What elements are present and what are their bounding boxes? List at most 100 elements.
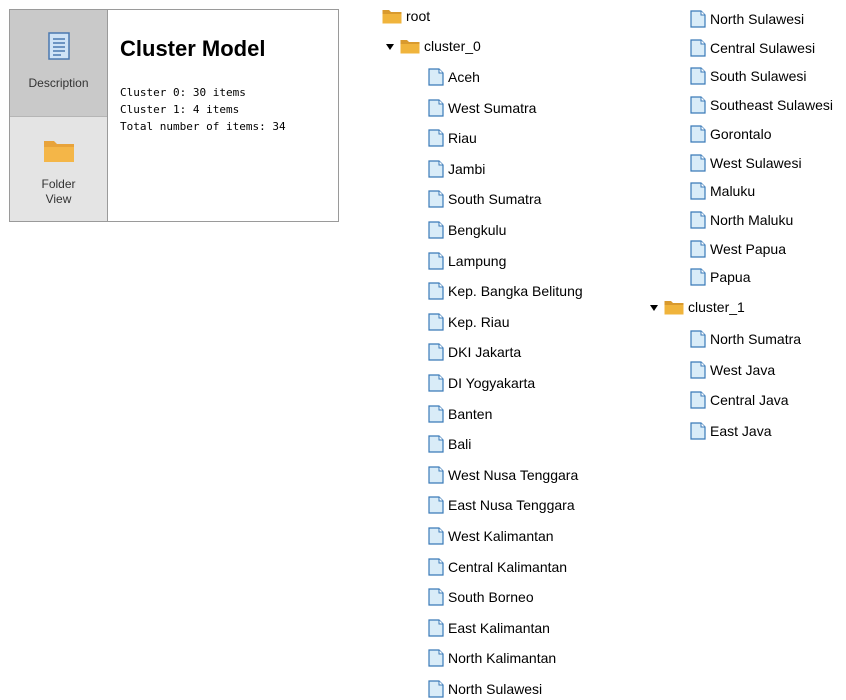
tree-node-label: Banten [448, 405, 493, 422]
tree-node-label: North Sumatra [710, 331, 802, 347]
tree-node-label: East Nusa Tenggara [448, 497, 575, 514]
tree-item[interactable]: South Borneo [428, 586, 534, 608]
tree-node-label: South Borneo [448, 589, 534, 606]
document-icon [428, 404, 444, 423]
tree-item[interactable]: Gorontalo [690, 123, 771, 145]
tree-node-label: Kep. Riau [448, 313, 510, 330]
document-icon [690, 239, 706, 258]
document-icon [428, 527, 444, 545]
tree-node-label: West Sulawesi [710, 154, 802, 171]
tree-item[interactable]: North Sulawesi [690, 8, 804, 30]
tree-item[interactable]: Aceh [428, 66, 480, 88]
tree-node-label: Jambi [448, 160, 486, 177]
document-icon [690, 10, 706, 28]
expand-arrow-icon[interactable] [650, 305, 658, 311]
document-icon [690, 422, 706, 440]
tree-item[interactable]: North Sumatra [690, 328, 801, 350]
document-icon [428, 221, 444, 239]
tree-node-label: Central Sulawesi [710, 39, 816, 56]
document-icon [690, 182, 706, 200]
tree-item[interactable]: DI Yogyakarta [428, 372, 535, 394]
document-icon [690, 125, 706, 143]
tree-node-label: South Sumatra [448, 191, 542, 208]
tree-item[interactable]: South Sumatra [428, 188, 541, 210]
tree-item[interactable]: South Sulawesi [690, 65, 807, 87]
folder-icon [382, 8, 402, 24]
tree-item[interactable]: East Kalimantan [428, 617, 550, 639]
tree-item[interactable]: Riau [428, 127, 477, 149]
document-icon [690, 96, 706, 114]
tree-node-label: West Sumatra [448, 99, 537, 116]
document-icon [428, 160, 444, 178]
tree-node-label: Southeast Sulawesi [710, 97, 833, 114]
document-icon [690, 330, 706, 348]
document-icon [690, 391, 706, 409]
tree-node-label: root [406, 8, 431, 24]
tree-folder-cluster-0[interactable]: cluster_0 [400, 35, 481, 57]
tree-item[interactable]: East Nusa Tenggara [428, 494, 575, 516]
tree-item[interactable]: West Sulawesi [690, 152, 802, 174]
tree-item[interactable]: North Sulawesi [428, 678, 542, 700]
document-icon [428, 588, 444, 606]
tree-node-label: DKI Jakarta [448, 344, 522, 361]
tree-node-label: North Kalimantan [448, 650, 557, 667]
tree-item[interactable]: Central Kalimantan [428, 556, 567, 578]
tree-node-label: cluster_0 [424, 38, 481, 54]
tree-item[interactable]: Banten [428, 403, 492, 425]
tree-node-label: Central Java [710, 392, 789, 409]
document-icon [428, 190, 444, 208]
tree-item[interactable]: Lampung [428, 250, 506, 272]
tree-root[interactable]: root [382, 5, 430, 27]
tree-node-label: Aceh [448, 69, 480, 85]
document-icon [690, 153, 706, 172]
tree-node-label: Riau [448, 130, 477, 147]
tree-item[interactable]: Kep. Riau [428, 311, 509, 333]
tree-node-label: East Java [710, 422, 772, 439]
tree-item[interactable]: West Nusa Tenggara [428, 464, 578, 486]
document-icon [690, 268, 706, 286]
tree-node-label: West Kalimantan [448, 528, 554, 544]
document-icon [690, 360, 706, 379]
tree-node-label: North Maluku [710, 211, 794, 228]
tree-item[interactable]: North Kalimantan [428, 647, 556, 669]
document-icon [690, 67, 706, 85]
document-icon [690, 211, 706, 229]
tree-folder-cluster-1[interactable]: cluster_1 [664, 296, 745, 318]
tree-node-label: Papua [710, 269, 751, 286]
document-icon [428, 68, 444, 86]
tree-item[interactable]: Central Sulawesi [690, 37, 815, 59]
document-icon [428, 435, 444, 453]
tree-item[interactable]: West Kalimantan [428, 525, 554, 547]
tree-node-label: Bengkulu [448, 222, 507, 238]
tree-item[interactable]: Maluku [690, 180, 755, 202]
document-icon [428, 343, 444, 361]
tree-item[interactable]: West Papua [690, 238, 786, 260]
document-icon [428, 374, 444, 392]
tree-node-label: Gorontalo [710, 125, 772, 142]
tree-item[interactable]: Central Java [690, 389, 789, 411]
tree-node-label: West Papua [710, 240, 787, 257]
expand-arrow-icon[interactable] [386, 44, 394, 50]
tree-node-label: Kep. Bangka Belitung [448, 283, 583, 300]
tree-item[interactable]: Papua [690, 266, 750, 288]
tree-item[interactable]: North Maluku [690, 209, 793, 231]
tree-item[interactable]: Jambi [428, 158, 485, 180]
tree-item[interactable]: Bengkulu [428, 219, 506, 241]
document-icon [428, 98, 444, 117]
tree-item[interactable]: West Java [690, 359, 775, 381]
tree-item[interactable]: East Java [690, 420, 771, 442]
folder-icon [664, 299, 684, 315]
tree-node-label: Maluku [710, 183, 756, 200]
document-icon [428, 466, 444, 484]
document-icon [428, 557, 444, 576]
tree-item[interactable]: Kep. Bangka Belitung [428, 280, 583, 302]
document-icon [428, 496, 444, 514]
tree-item[interactable]: Bali [428, 433, 471, 455]
document-icon [428, 649, 444, 667]
tree-item[interactable]: West Sumatra [428, 97, 536, 119]
tree-item[interactable]: DKI Jakarta [428, 341, 521, 363]
tree-item[interactable]: Southeast Sulawesi [690, 94, 833, 116]
tree-node-label: DI Yogyakarta [448, 375, 536, 391]
tree-node-label: cluster_1 [688, 299, 745, 315]
tree-node-label: East Kalimantan [448, 619, 550, 636]
